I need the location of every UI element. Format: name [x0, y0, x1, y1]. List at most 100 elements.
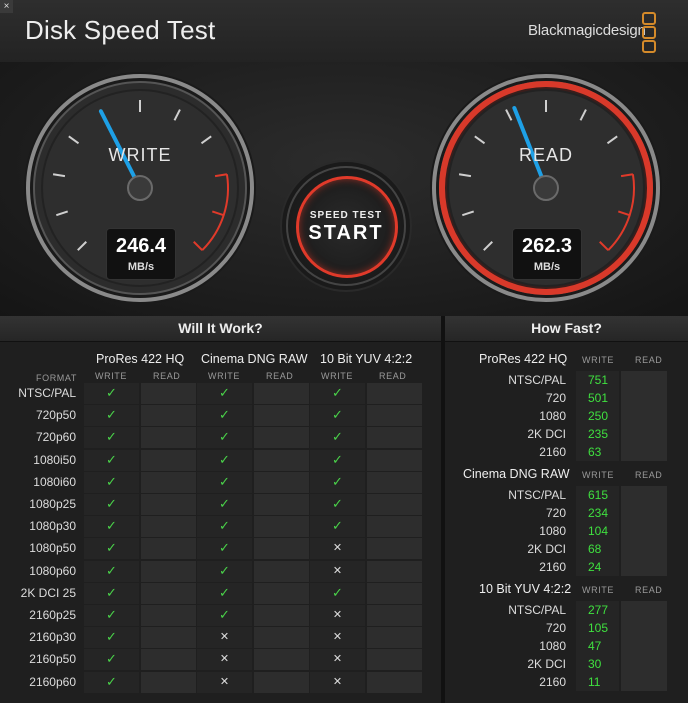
read-result-cell — [367, 427, 422, 449]
read-result-cell — [141, 560, 196, 582]
codec-header: 10 Bit YUV 4:2:2 — [320, 352, 413, 366]
speed-row: 2160 11 — [445, 673, 688, 691]
format-label: 720p50 — [35, 408, 76, 423]
write-fps-cell: 234 — [576, 504, 619, 522]
write-result-cell: ✕ — [197, 649, 252, 671]
read-fps-cell — [621, 425, 667, 443]
cross-icon: ✕ — [332, 542, 343, 555]
resolution-label: 2160 — [539, 445, 566, 459]
write-gauge-label: WRITE — [108, 145, 172, 165]
speed-row: NTSC/PAL 751 — [445, 371, 688, 389]
write-fps-value: 615 — [588, 488, 609, 502]
format-label: 2K DCI 25 — [20, 585, 76, 600]
write-result-cell: ✓ — [197, 471, 252, 493]
write-result-cell: ✓ — [84, 671, 139, 693]
write-fps-cell: 615 — [576, 486, 619, 504]
close-icon[interactable]: × — [0, 0, 13, 13]
checkmark-icon: ✓ — [219, 473, 230, 489]
read-result-cell — [367, 627, 422, 649]
speed-row: 2160 24 — [445, 558, 688, 576]
read-result-cell — [254, 560, 309, 582]
read-result-cell — [141, 516, 196, 538]
write-result-cell: ✓ — [310, 405, 365, 427]
write-readout: 246.4 MB/s — [106, 228, 176, 280]
speed-group-title: 10 Bit YUV 4:2:2 — [479, 582, 572, 596]
speed-row: 720 501 — [445, 389, 688, 407]
gauge-area: WRITE 246.4 MB/s ⚙ SPEED TEST START READ… — [0, 62, 688, 316]
speed-row: 720 105 — [445, 619, 688, 637]
read-readout: 262.3 MB/s — [512, 228, 582, 280]
table-row: 1080p25 ✓ ✓ ✓ — [0, 494, 441, 515]
resolution-label: 2160 — [539, 560, 566, 574]
write-fps-value: 751 — [588, 373, 609, 387]
read-result-cell — [367, 516, 422, 538]
write-result-cell: ✓ — [84, 383, 139, 404]
checkmark-icon: ✓ — [332, 496, 343, 511]
read-column-header: READ — [635, 355, 663, 365]
write-result-cell: ✓ — [84, 471, 139, 493]
table-row: 2160p50 ✓ ✕ ✕ — [0, 649, 441, 671]
write-fps-value: 11 — [588, 675, 601, 689]
title-bar: × Disk Speed Test Blackmagicdesign — [0, 0, 688, 63]
speed-row: 1080 47 — [445, 637, 688, 655]
write-result-cell: ✓ — [310, 516, 365, 538]
write-result-cell: ✓ — [197, 427, 252, 449]
write-column-header: WRITE — [208, 371, 240, 381]
read-result-cell — [254, 627, 309, 649]
read-fps-cell — [621, 601, 667, 619]
format-label: NTSC/PAL — [18, 386, 76, 400]
resolution-label: NTSC/PAL — [508, 488, 566, 502]
speed-row: NTSC/PAL 615 — [445, 486, 688, 504]
checkmark-icon: ✓ — [106, 385, 117, 400]
read-result-cell — [367, 560, 422, 582]
write-result-cell: ✓ — [197, 494, 252, 515]
write-result-cell: ✓ — [84, 605, 139, 626]
app-title: Disk Speed Test — [25, 15, 216, 45]
write-result-cell: ✓ — [84, 649, 139, 671]
read-result-cell — [141, 449, 196, 471]
checkmark-icon: ✓ — [106, 673, 117, 689]
resolution-label: 2K DCI — [527, 657, 566, 671]
checkmark-icon: ✓ — [332, 473, 343, 489]
read-result-cell — [141, 494, 196, 515]
write-fps-cell: 68 — [576, 540, 619, 558]
format-label: 2160p50 — [29, 652, 76, 667]
read-column-header: READ — [379, 371, 407, 381]
write-result-cell: ✓ — [310, 494, 365, 515]
format-label: 2160p60 — [29, 674, 76, 689]
cross-icon: ✕ — [332, 609, 343, 621]
write-result-cell: ✓ — [197, 560, 252, 582]
how-fast-panel: How Fast? ProRes 422 HQ WRITE READ NTSC/PAL… — [445, 316, 688, 703]
write-result-cell: ✕ — [310, 538, 365, 560]
table-row: 1080i60 ✓ ✓ ✓ — [0, 471, 441, 493]
write-result-cell: ✓ — [310, 471, 365, 493]
read-result-cell — [141, 471, 196, 493]
read-result-cell — [254, 427, 309, 449]
read-result-cell — [254, 449, 309, 471]
read-result-cell — [254, 538, 309, 560]
read-column-header: READ — [635, 585, 663, 595]
checkmark-icon: ✓ — [332, 385, 343, 400]
checkmark-icon: ✓ — [219, 451, 230, 467]
checkmark-icon: ✓ — [219, 407, 230, 423]
read-result-cell — [254, 471, 309, 493]
read-result-cell — [141, 582, 196, 604]
write-fps-cell: 30 — [576, 655, 619, 673]
cross-icon: ✕ — [332, 631, 343, 644]
checkmark-icon: ✓ — [332, 407, 343, 423]
format-label: 1080p50 — [29, 541, 76, 556]
speed-row: 2160 63 — [445, 443, 688, 461]
read-fps-cell — [621, 389, 667, 407]
write-result-cell: ✕ — [310, 649, 365, 671]
write-fps-value: 501 — [588, 391, 609, 405]
table-row: 2K DCI 25 ✓ ✓ ✓ — [0, 582, 441, 604]
table-row: 720p60 ✓ ✓ ✓ — [0, 427, 441, 449]
speed-row: 1080 250 — [445, 407, 688, 425]
read-fps-cell — [621, 619, 667, 637]
read-result-cell — [367, 671, 422, 693]
read-speed-unit: MB/s — [533, 261, 561, 273]
start-button[interactable]: SPEED TEST START — [286, 166, 406, 286]
table-row: 2160p30 ✓ ✕ ✕ — [0, 627, 441, 649]
write-result-cell: ✓ — [310, 449, 365, 471]
read-result-cell — [367, 471, 422, 493]
